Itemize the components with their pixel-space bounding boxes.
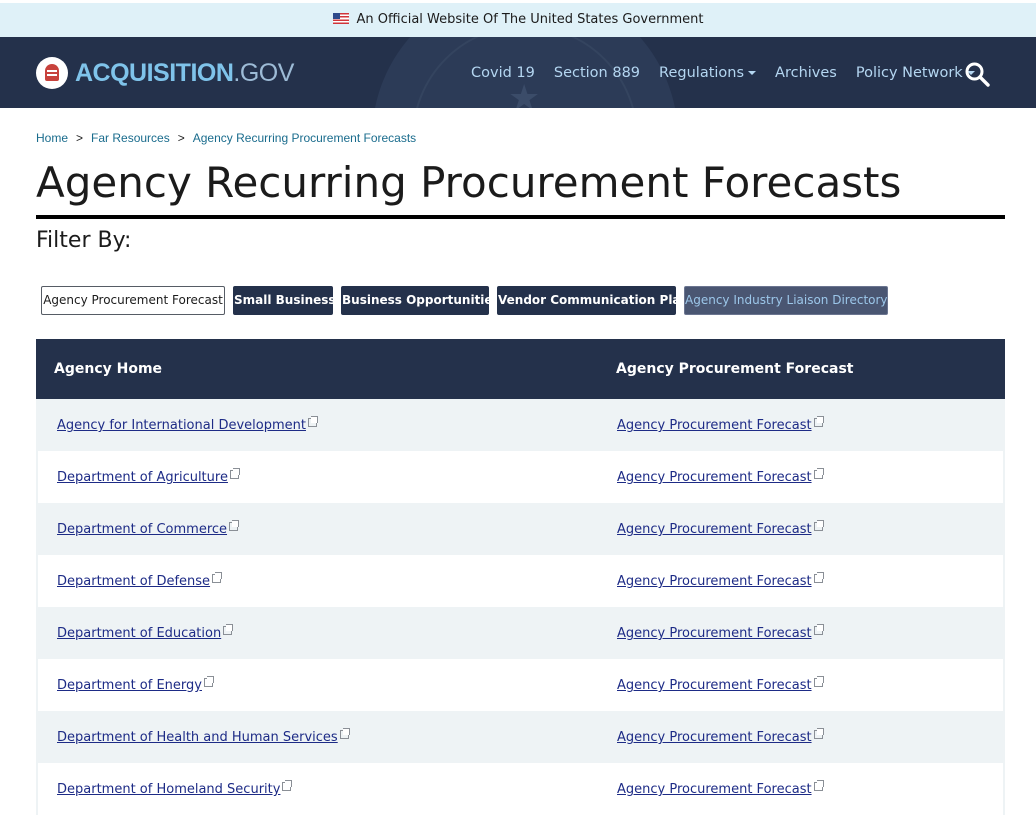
breadcrumb-current: Agency Recurring Procurement Forecasts: [192, 131, 417, 145]
nav-regulations-label: Regulations: [659, 64, 745, 81]
main-nav: Covid 19 Section 889 Regulations Archive…: [471, 37, 994, 108]
gov-banner-text: An Official Website Of The United States…: [356, 12, 704, 27]
forecast-link[interactable]: Agency Procurement Forecast: [617, 399, 824, 453]
gov-banner: An Official Website Of The United States…: [0, 0, 1036, 37]
table-row: Department of Health and Human Services …: [36, 711, 1005, 763]
column-header-agency-home: Agency Home: [54, 361, 163, 377]
breadcrumb-separator: >: [177, 131, 185, 145]
forecast-link[interactable]: Agency Procurement Forecast: [617, 503, 824, 557]
forecast-link[interactable]: Agency Procurement Forecast: [617, 711, 824, 765]
table-row: Department of Homeland Security Agency P…: [36, 763, 1005, 815]
us-flag-icon: [332, 13, 349, 24]
forecast-link[interactable]: Agency Procurement Forecast: [617, 451, 824, 505]
forecast-link[interactable]: Agency Procurement Forecast: [617, 555, 824, 609]
agency-link[interactable]: Department of Energy: [57, 659, 214, 713]
external-link-icon: [813, 520, 824, 531]
table-row: Agency for International Development Age…: [36, 399, 1005, 451]
table-row: Department of Energy Agency Procurement …: [36, 659, 1005, 711]
nav-policy-network[interactable]: Policy Network: [856, 65, 975, 81]
agency-link[interactable]: Department of Health and Human Services: [57, 711, 350, 765]
acquisition-logo-icon: [36, 57, 68, 89]
site-logo[interactable]: ACQUISITION.GOV: [36, 56, 294, 90]
chevron-down-icon: [748, 70, 757, 75]
table-row: Department of Agriculture Agency Procure…: [36, 451, 1005, 503]
table-header: Agency Home Agency Procurement Forecast: [36, 339, 1005, 399]
agency-link[interactable]: Agency for International Development: [57, 399, 318, 453]
nav-covid-19[interactable]: Covid 19: [471, 65, 535, 81]
tab-small-business[interactable]: Small Business: [233, 286, 336, 315]
forecast-link[interactable]: Agency Procurement Forecast: [617, 607, 824, 661]
tab-business-opportunities[interactable]: Business Opportunities: [341, 286, 500, 315]
agency-link[interactable]: Department of Education: [57, 607, 234, 661]
external-link-icon: [212, 572, 223, 583]
external-link-icon: [229, 468, 240, 479]
tab-agency-procurement-forecast[interactable]: Agency Procurement Forecast: [41, 286, 225, 315]
breadcrumb-home[interactable]: Home: [36, 131, 68, 145]
forecast-link[interactable]: Agency Procurement Forecast: [617, 659, 824, 713]
page-title: Agency Recurring Procurement Forecasts: [36, 158, 902, 207]
agency-forecast-table: Agency Home Agency Procurement Forecast …: [36, 339, 1005, 815]
logo-text: ACQUISITION.GOV: [75, 58, 294, 87]
table-row: Department of Defense Agency Procurement…: [36, 555, 1005, 607]
filter-label: Filter By:: [36, 228, 132, 253]
title-divider: [36, 215, 1005, 219]
column-header-procurement-forecast: Agency Procurement Forecast: [616, 361, 854, 377]
breadcrumb-far-resources[interactable]: Far Resources: [91, 131, 170, 145]
external-link-icon: [813, 624, 824, 635]
external-link-icon: [813, 416, 824, 427]
table-row: Department of Commerce Agency Procuremen…: [36, 503, 1005, 555]
nav-policy-network-label: Policy Network: [855, 64, 963, 81]
external-link-icon: [229, 520, 240, 531]
tab-vendor-communication-plan[interactable]: Vendor Communication Plan: [497, 286, 689, 315]
nav-section-889[interactable]: Section 889: [554, 65, 640, 81]
nav-regulations[interactable]: Regulations: [659, 64, 757, 81]
external-link-icon: [813, 572, 824, 583]
external-link-icon: [813, 728, 824, 739]
agency-link[interactable]: Department of Defense: [57, 555, 223, 609]
external-link-icon: [307, 416, 318, 427]
external-link-icon: [813, 780, 824, 791]
nav-archives[interactable]: Archives: [775, 65, 837, 81]
agency-link[interactable]: Department of Homeland Security: [57, 763, 293, 817]
forecast-link[interactable]: Agency Procurement Forecast: [617, 763, 824, 817]
breadcrumb-separator: >: [76, 131, 84, 145]
external-link-icon: [282, 780, 293, 791]
external-link-icon: [813, 468, 824, 479]
search-icon[interactable]: [964, 61, 990, 87]
tab-agency-industry-liaison-directory[interactable]: Agency Industry Liaison Directory: [684, 286, 888, 315]
external-link-icon: [813, 676, 824, 687]
breadcrumb: Home > Far Resources > Agency Recurring Proc…: [36, 131, 416, 145]
site-header: ★ ACQUISITION.GOV Covid 19 Section 889 R…: [0, 37, 1036, 108]
agency-link[interactable]: Department of Agriculture: [57, 451, 240, 505]
agency-link[interactable]: Department of Commerce: [57, 503, 240, 557]
external-link-icon: [223, 624, 234, 635]
external-link-icon: [339, 728, 350, 739]
table-row: Department of Education Agency Procureme…: [36, 607, 1005, 659]
external-link-icon: [203, 676, 214, 687]
